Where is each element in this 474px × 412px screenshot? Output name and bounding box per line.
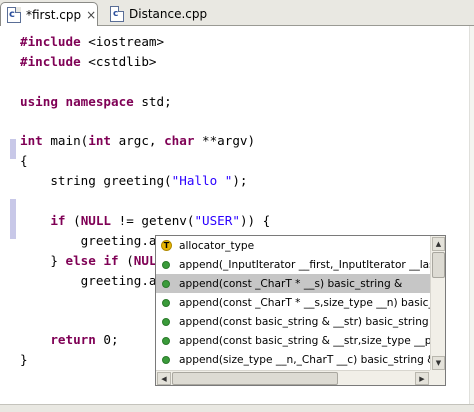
code-line[interactable]: string greeting("Hallo "); [20,171,354,191]
completion-item[interactable]: Tallocator_type [156,236,431,255]
code-token: } [20,252,66,268]
editor-tab-bar: c *first.cpp × c Distance.cpp [0,0,474,26]
code-token: != getenv( [111,213,195,229]
vertical-scrollbar[interactable]: ▲ ▼ [430,236,445,371]
keyword-token: return [50,332,96,348]
completion-item[interactable]: append(const basic_string & __str,size_t… [156,331,431,350]
completion-list[interactable]: Tallocator_type append(_InputIterator __f… [156,236,431,371]
completion-item-label: append(const _CharT * __s,size_type __n)… [179,296,431,309]
typedef-icon: T [161,240,172,251]
completion-item-label: append(_InputIterator __first,_InputIter… [179,258,431,271]
completion-item[interactable]: append(size_type __n,_CharT __c) basic_s… [156,350,431,369]
scroll-right-button[interactable]: ▶ [415,372,429,385]
code-token: argc, [111,133,165,149]
code-token: string greeting( [20,173,172,189]
keyword-token: char [164,133,195,149]
completion-item[interactable]: append(const basic_string & __str) basic… [156,312,431,331]
code-line[interactable] [20,72,354,92]
public-method-icon [162,260,170,269]
keyword-token: NULL [80,213,112,229]
code-token: ( [118,252,134,268]
keyword-token: if [103,252,119,268]
tab-distance-cpp[interactable]: c Distance.cpp [104,2,208,26]
code-line[interactable]: #include <cstdlib> [20,52,354,72]
status-strip [0,404,474,412]
code-token: } [20,352,28,368]
keyword-token: if [50,213,66,229]
keyword-token: else [65,252,96,268]
code-token: )) { [239,213,271,229]
code-token: <cstdlib> [80,53,157,69]
code-line[interactable] [20,112,354,132]
horizontal-scrollbar[interactable]: ◀ ▶ [156,370,431,385]
completion-item-label: append(const basic_string & __str) basic… [179,315,431,328]
resize-grip[interactable] [430,370,445,385]
public-method-icon [162,336,170,345]
change-marker [10,199,16,239]
completion-item[interactable]: append(_InputIterator __first,_InputIter… [156,255,431,274]
public-method-icon [162,298,170,307]
code-token: **argv) [194,133,256,149]
code-token: greeting.a [20,272,157,288]
code-token: ( [65,213,81,229]
tab-label: *first.cpp [26,7,82,22]
keyword-token: using [20,93,58,109]
public-method-icon [162,317,170,326]
completion-item-label: append(const basic_string & __str,size_t… [179,334,431,347]
code-line[interactable] [20,191,354,211]
code-token: { [20,153,28,169]
scroll-up-button[interactable]: ▲ [432,237,445,251]
code-completion-popup[interactable]: Tallocator_type append(_InputIterator __f… [155,235,446,386]
public-method-icon [162,279,170,288]
code-token: main( [42,133,89,149]
cpp-file-icon: c [110,6,124,22]
keyword-token: #include [20,53,81,69]
completion-item-label: append(size_type __n,_CharT __c) basic_s… [179,353,431,366]
overview-ruler [469,26,474,412]
tab-first-cpp[interactable]: c *first.cpp × [0,2,98,26]
string-token: "USER" [194,213,240,229]
completion-item[interactable]: append(const _CharT * __s) basic_string … [156,274,431,293]
scroll-down-button[interactable]: ▼ [432,356,445,370]
keyword-token: namespace [65,93,134,109]
completion-item[interactable]: append(const _CharT * __s,size_type __n)… [156,293,431,312]
close-icon[interactable]: × [86,9,96,21]
keyword-token: int [88,133,111,149]
change-marker [10,139,16,159]
code-token: std; [133,93,172,109]
completion-item-label: append(const _CharT * __s) basic_string … [179,277,403,290]
scroll-left-button[interactable]: ◀ [157,372,171,385]
completion-item-label: allocator_type [179,239,255,252]
cpp-file-icon: c [7,6,21,23]
code-token: <iostream> [80,34,165,49]
public-method-icon [162,355,170,364]
scroll-thumb[interactable] [432,252,445,278]
code-line[interactable]: if (NULL != getenv("USER")) { [20,211,354,231]
code-token: ); [232,173,248,189]
keyword-token: #include [20,34,81,49]
string-token: "Hallo " [171,173,233,189]
code-line[interactable]: using namespace std; [20,92,354,112]
code-line[interactable]: int main(int argc, char **argv) [20,131,354,151]
code-line[interactable]: #include <iostream> [20,32,354,52]
tab-label: Distance.cpp [129,7,208,21]
left-ruler [0,26,16,412]
code-token: 0; [95,332,119,348]
code-line[interactable]: { [20,151,354,171]
scroll-thumb[interactable] [172,372,338,385]
keyword-token: int [20,133,43,149]
